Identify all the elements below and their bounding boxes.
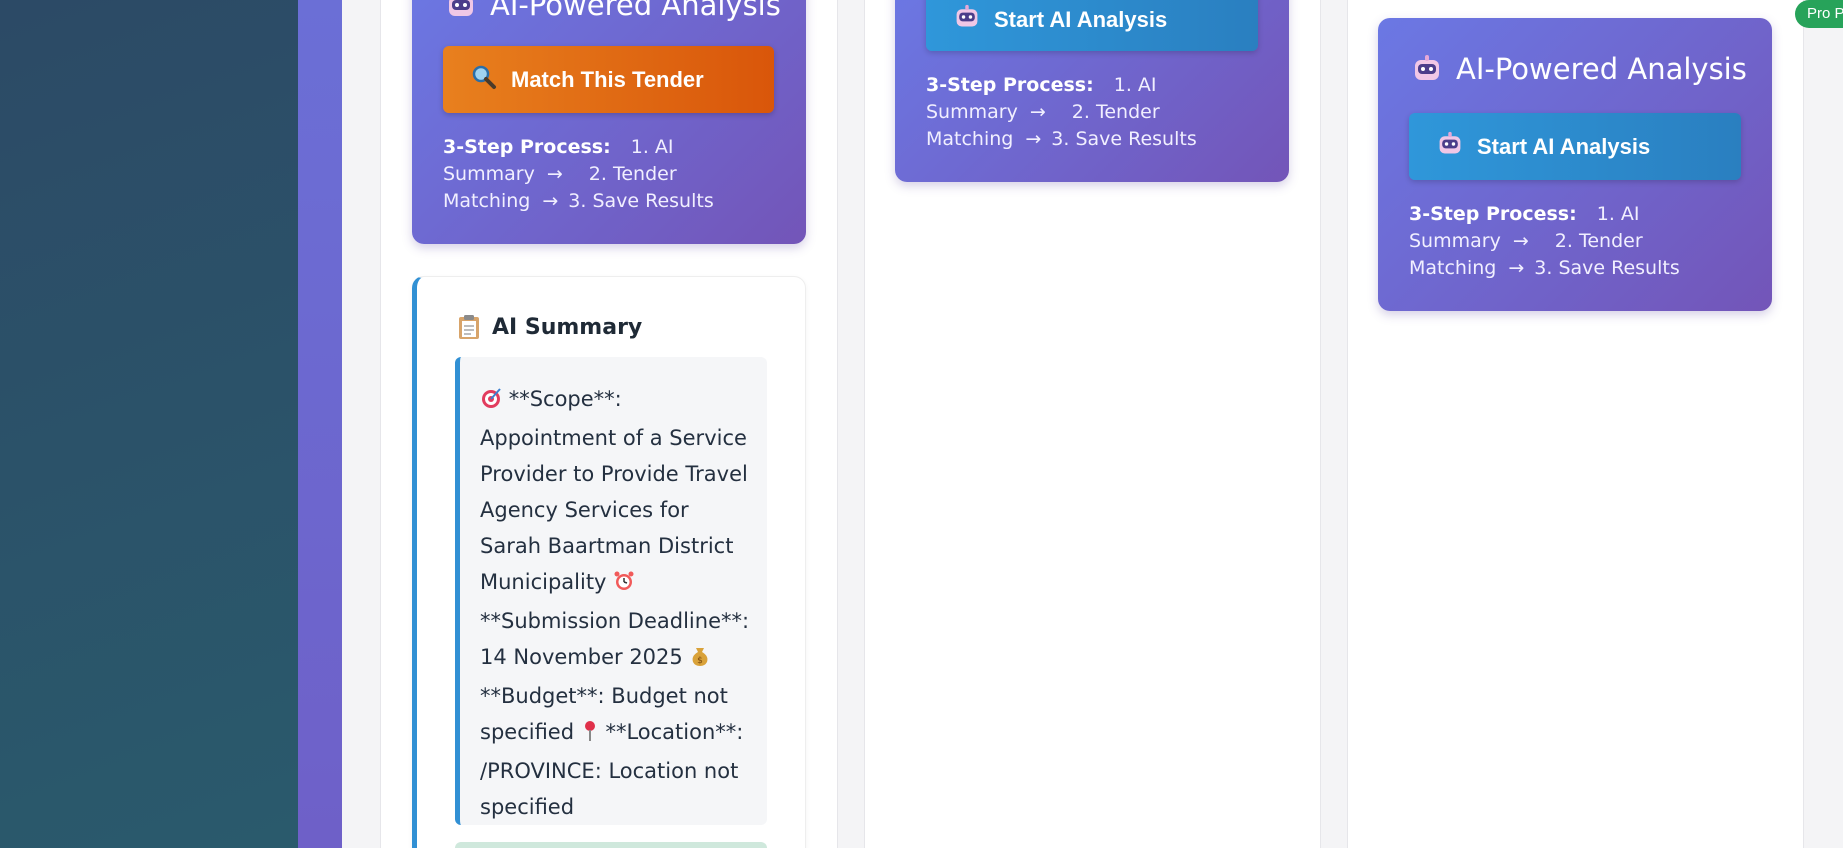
- plan-badge[interactable]: Pro Plan: [1795, 0, 1843, 28]
- magnifier-icon: [471, 64, 497, 96]
- clipboard-icon: [458, 314, 480, 340]
- sidebar-accent-strip: [298, 0, 342, 848]
- svg-text:$: $: [698, 656, 704, 666]
- step-arrow: →: [1512, 230, 1529, 252]
- ai-analysis-title-text: AI-Powered Analysis: [490, 0, 781, 22]
- steps-label: 3-Step Process:: [1409, 203, 1577, 225]
- step-arrow: →: [1508, 257, 1525, 279]
- robot-icon: [954, 4, 980, 36]
- robot-icon: [1437, 131, 1463, 163]
- next-section-strip: [455, 842, 767, 848]
- step-arrow: →: [1029, 101, 1046, 123]
- step-arrow: →: [542, 190, 559, 212]
- steps-label: 3-Step Process:: [926, 74, 1094, 96]
- process-steps: 3-Step Process: 1. AI Summary → 2. Tender…: [1409, 201, 1749, 282]
- app-sidebar-background: [0, 0, 298, 848]
- money-bag-icon: $: [689, 642, 711, 678]
- ai-analysis-title-text: AI-Powered Analysis: [1456, 52, 1747, 86]
- step-arrow: →: [1025, 128, 1042, 150]
- start-ai-analysis-button[interactable]: Start AI Analysis: [926, 0, 1258, 51]
- start-ai-analysis-button[interactable]: Start AI Analysis: [1409, 113, 1741, 180]
- step-3: 3. Save Results: [568, 190, 714, 212]
- match-tender-button-label: Match This Tender: [511, 66, 704, 92]
- process-steps: 3-Step Process: 1. AI Summary → 2. Tender…: [443, 134, 783, 215]
- target-icon: [480, 384, 502, 420]
- ai-summary-title: AI Summary: [458, 314, 642, 340]
- step-3: 3. Save Results: [1051, 128, 1197, 150]
- robot-icon: [446, 0, 476, 20]
- ai-summary-title-text: AI Summary: [492, 314, 643, 340]
- ai-analysis-title: AI-Powered Analysis: [1412, 52, 1747, 86]
- process-steps: 3-Step Process: 1. AI Summary → 2. Tender…: [926, 72, 1266, 153]
- scope-text: **Scope**: Appointment of a Service Prov…: [480, 387, 748, 594]
- robot-icon: [1412, 54, 1442, 84]
- ai-analysis-title: AI-Powered Analysis: [446, 0, 781, 22]
- steps-label: 3-Step Process:: [443, 136, 611, 158]
- step-3: 3. Save Results: [1534, 257, 1680, 279]
- step-arrow: →: [546, 163, 563, 185]
- ai-summary-text: **Scope**: Appointment of a Service Prov…: [455, 357, 767, 825]
- match-tender-button[interactable]: Match This Tender: [443, 46, 774, 113]
- pin-icon: [581, 717, 599, 753]
- start-ai-analysis-label: Start AI Analysis: [1477, 133, 1651, 159]
- start-ai-analysis-label: Start AI Analysis: [994, 6, 1168, 32]
- alarm-clock-icon: [613, 567, 635, 603]
